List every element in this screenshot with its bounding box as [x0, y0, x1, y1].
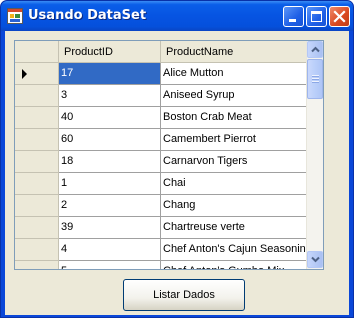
table-row[interactable]: 17 Alice Mutton	[15, 63, 323, 85]
maximize-icon	[311, 11, 322, 22]
cell-productid[interactable]: 18	[59, 151, 161, 173]
cell-productname[interactable]: Alice Mutton	[161, 63, 323, 85]
table-row[interactable]: 3 Aniseed Syrup	[15, 85, 323, 107]
cell-productid[interactable]: 60	[59, 129, 161, 151]
cell-productname[interactable]: Boston Crab Meat	[161, 107, 323, 129]
cell-productname[interactable]: Chef Anton's Gumbo Mix	[161, 261, 323, 269]
row-header[interactable]	[15, 63, 59, 85]
column-header-productid[interactable]: ProductID	[59, 41, 161, 63]
cell-productname[interactable]: Chang	[161, 195, 323, 217]
scroll-thumb[interactable]	[307, 59, 323, 99]
cell-productid[interactable]: 3	[59, 85, 161, 107]
row-header[interactable]	[15, 107, 59, 129]
table-row[interactable]: 18 Carnarvon Tigers	[15, 151, 323, 173]
minimize-button[interactable]	[283, 6, 304, 27]
cell-productid[interactable]: 4	[59, 239, 161, 261]
row-header[interactable]	[15, 129, 59, 151]
row-header[interactable]	[15, 195, 59, 217]
table-row[interactable]: 39 Chartreuse verte	[15, 217, 323, 239]
corner-header[interactable]	[15, 41, 59, 63]
row-header[interactable]	[15, 261, 59, 269]
maximize-button[interactable]	[306, 6, 327, 27]
table-row[interactable]: 5Chef Anton's Gumbo Mix	[15, 261, 323, 269]
cell-productid[interactable]: 1	[59, 173, 161, 195]
listar-dados-button[interactable]: Listar Dados	[123, 279, 245, 311]
data-grid-body: ProductID ProductName 17 Alice Mutton 3 Ani…	[15, 41, 323, 269]
data-grid[interactable]: ProductID ProductName 17 Alice Mutton 3 Ani…	[14, 40, 324, 270]
cell-productname[interactable]: Camembert Pierrot	[161, 129, 323, 151]
cell-productname[interactable]: Aniseed Syrup	[161, 85, 323, 107]
row-header[interactable]	[15, 239, 59, 261]
cell-productname[interactable]: Carnarvon Tigers	[161, 151, 323, 173]
row-header[interactable]	[15, 173, 59, 195]
cell-productid[interactable]: 2	[59, 195, 161, 217]
scroll-up-button[interactable]	[307, 41, 323, 58]
cell-productid[interactable]: 5	[59, 261, 161, 269]
vertical-scrollbar[interactable]	[306, 41, 323, 269]
row-header[interactable]	[15, 217, 59, 239]
table-row[interactable]: 2 Chang	[15, 195, 323, 217]
form-client-area: ProductID ProductName 17 Alice Mutton 3 Ani…	[5, 31, 349, 315]
row-header[interactable]	[15, 151, 59, 173]
scroll-down-button[interactable]	[307, 251, 323, 268]
cell-productname[interactable]: Chartreuse verte	[161, 217, 323, 239]
cell-productname[interactable]: Chai	[161, 173, 323, 195]
table-row[interactable]: 4 Chef Anton's Cajun Seasoning	[15, 239, 323, 261]
close-icon	[333, 10, 346, 23]
table-row[interactable]: 1 Chai	[15, 173, 323, 195]
current-row-arrow-icon	[22, 69, 27, 79]
column-header-productname[interactable]: ProductName	[161, 41, 323, 63]
title-bar[interactable]: Usando DataSet	[1, 1, 353, 31]
window-title: Usando DataSet	[28, 8, 147, 23]
chevron-down-icon	[311, 256, 320, 263]
close-button[interactable]	[329, 6, 350, 27]
app-icon	[7, 8, 23, 24]
cell-productid[interactable]: 39	[59, 217, 161, 239]
row-header[interactable]	[15, 85, 59, 107]
cell-productid[interactable]: 17	[59, 63, 161, 85]
cell-productid[interactable]: 40	[59, 107, 161, 129]
app-window: Usando DataSet ProductID ProductName 17	[0, 0, 354, 318]
chevron-up-icon	[311, 46, 320, 53]
table-row[interactable]: 40 Boston Crab Meat	[15, 107, 323, 129]
table-row[interactable]: 60 Camembert Pierrot	[15, 129, 323, 151]
minimize-icon	[289, 19, 296, 22]
cell-productname[interactable]: Chef Anton's Cajun Seasoning	[161, 239, 323, 261]
